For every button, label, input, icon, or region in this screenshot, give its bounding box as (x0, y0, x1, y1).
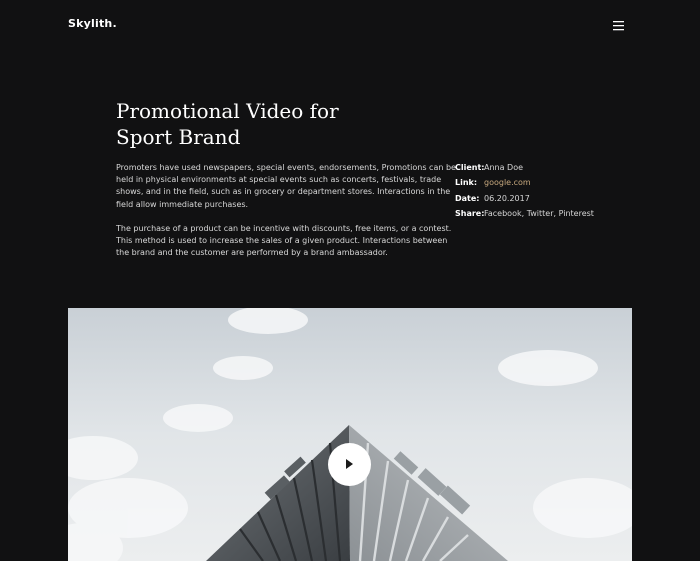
building-sky-image (68, 308, 632, 561)
page-title-line-2: Sport Brand (116, 125, 241, 149)
description-line: The purchase of a product can be incenti… (116, 223, 452, 233)
link-row: Link: google.com (455, 178, 655, 193)
hamburger-menu-icon[interactable] (611, 19, 627, 33)
project-details: Client: Anna Doe Link: google.com Date: … (455, 163, 655, 224)
site-header: Skylith. (0, 0, 700, 50)
project-description: Promoters have used newspapers, special … (116, 162, 456, 271)
video-thumbnail[interactable] (68, 308, 632, 561)
share-row: Share: Facebook, Twitter, Pinterest (455, 209, 655, 224)
project-link[interactable]: google.com (484, 178, 531, 187)
share-links: Facebook, Twitter, Pinterest (484, 209, 594, 218)
page-title: Promotional Video for Sport Brand (116, 98, 416, 150)
description-paragraph-1: Promoters have used newspapers, special … (116, 162, 456, 211)
date-row: Date: 06.20.2017 (455, 194, 655, 209)
date-label: Date: (455, 193, 480, 203)
play-button[interactable] (328, 443, 371, 486)
date-value: 06.20.2017 (484, 193, 530, 203)
description-paragraph-2: The purchase of a product can be incenti… (116, 223, 452, 260)
client-label: Client: (455, 163, 485, 172)
description-line: shows, and in the field, such as in groc… (116, 187, 451, 197)
share-label: Share: (455, 208, 485, 218)
description-line: This method is used to increase the sale… (116, 236, 448, 246)
share-facebook-link[interactable]: Facebook (484, 209, 522, 218)
description-line: held in physical environments at special… (116, 175, 442, 185)
description-line: field allow immediate purchases. (116, 199, 249, 209)
description-line: Promoters have used newspapers, special … (116, 163, 456, 172)
link-label: Link: (455, 178, 478, 188)
site-logo[interactable]: Skylith. (68, 17, 117, 30)
play-icon (346, 459, 353, 469)
page-title-line-1: Promotional Video for (116, 99, 339, 123)
description-line: the brand and the customer are performed… (116, 248, 388, 258)
client-row: Client: Anna Doe (455, 163, 655, 178)
share-pinterest-link[interactable]: Pinterest (559, 209, 594, 218)
share-twitter-link[interactable]: Twitter (527, 209, 554, 218)
client-value: Anna Doe (484, 163, 524, 172)
